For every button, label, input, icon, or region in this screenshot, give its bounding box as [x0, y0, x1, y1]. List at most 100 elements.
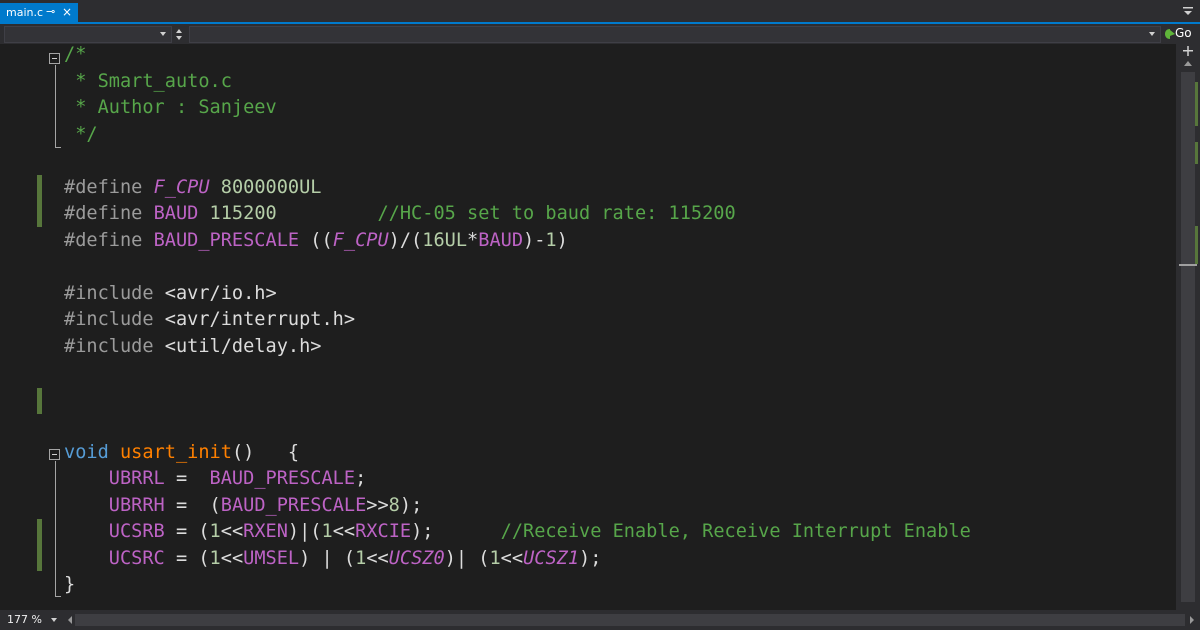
code-token: BAUD	[153, 203, 199, 224]
scroll-up-icon[interactable]	[1182, 58, 1194, 68]
code-line[interactable]: #include <util/delay.h>	[64, 334, 321, 360]
code-line[interactable]: #define BAUD_PRESCALE ((F_CPU)/(16UL*BAU…	[64, 228, 568, 254]
code-line[interactable]: UBRRL = BAUD_PRESCALE;	[64, 466, 367, 492]
code-token: ((	[299, 229, 333, 251]
code-token: /*	[64, 44, 87, 65]
code-line[interactable]: void usart_init() {	[64, 440, 299, 466]
code-line[interactable]: UBRRH = (BAUD_PRESCALE>>8);	[64, 493, 422, 519]
tab-title: main.c	[6, 6, 44, 19]
code-token: )|(	[287, 521, 322, 542]
code-token: #define	[64, 203, 154, 224]
code-line[interactable]: * Author : Sanjeev	[64, 95, 277, 121]
document-tab-strip: main.c ⊸ ×	[0, 0, 1200, 24]
code-token: UBRRH	[108, 494, 165, 516]
code-token: * Smart_auto.c	[64, 70, 232, 92]
code-token: 1	[209, 547, 221, 569]
horizontal-scrollbar[interactable]: 177 %	[0, 610, 1200, 630]
code-token: = (	[164, 547, 210, 569]
code-token: #define	[64, 229, 154, 251]
zoom-dropdown[interactable]: 177 %	[4, 612, 66, 628]
close-icon[interactable]: ×	[62, 5, 72, 19]
code-token: <<	[220, 521, 244, 542]
go-button[interactable]: Go	[1163, 26, 1199, 43]
code-token: UCSRC	[108, 547, 165, 569]
code-token: }	[64, 574, 76, 595]
code-token: )/(	[388, 229, 423, 251]
scroll-change-mark	[1195, 82, 1198, 126]
code-token: ) | (	[299, 547, 356, 569]
code-token: UCSZ1	[523, 547, 580, 569]
code-token: #include	[64, 309, 165, 330]
code-token: //Receive Enable, Receive Interrupt Enab…	[500, 521, 971, 542]
code-token: UCSRB	[108, 521, 165, 542]
navigation-bar: Go	[0, 24, 1200, 44]
chevron-down-icon	[160, 32, 166, 36]
code-line[interactable]: UCSRC = (1<<UMSEL) | (1<<UCSZ0)| (1<<UCS…	[64, 546, 602, 572]
code-token: );	[399, 494, 423, 516]
horizontal-scrollbar-thumb[interactable]	[75, 614, 1185, 626]
code-token: BAUD_PRESCALE	[220, 494, 367, 516]
tab-main-c[interactable]: main.c ⊸ ×	[0, 3, 78, 24]
code-token: <<	[220, 547, 244, 569]
code-token: = (	[164, 521, 210, 542]
collapse-function-icon[interactable]	[49, 449, 60, 460]
code-token: 8	[388, 494, 400, 516]
code-line[interactable]: #define F_CPU 8000000UL	[64, 175, 322, 201]
code-token: void	[64, 441, 109, 463]
code-token: #define	[64, 176, 154, 198]
code-token: 1	[209, 521, 221, 542]
code-line[interactable]: #include <avr/io.h>	[64, 281, 277, 307]
code-token: F_CPU	[332, 229, 389, 251]
code-token: UCSZ0	[388, 547, 445, 569]
change-marker	[37, 519, 42, 571]
tab-dropdown-icon[interactable]	[1182, 5, 1194, 17]
code-token: <<	[332, 521, 356, 542]
code-token: 1	[545, 229, 557, 251]
code-token: <avr/io.h>	[164, 282, 277, 304]
code-token: 1	[321, 521, 333, 542]
scope-dropdown[interactable]	[4, 26, 172, 43]
outline-line	[55, 461, 56, 597]
member-dropdown[interactable]	[189, 26, 1161, 43]
code-line[interactable]: }	[64, 572, 75, 598]
scroll-right-icon[interactable]	[1188, 615, 1196, 625]
code-editor[interactable]: /* * Smart_auto.c * Author : Sanjeev */ #…	[0, 44, 1176, 610]
pin-icon[interactable]: ⊸	[46, 5, 55, 18]
code-line[interactable]: /*	[64, 42, 86, 68]
code-token: 1	[355, 547, 367, 569]
code-token: )	[556, 229, 568, 251]
indicator-margin	[0, 44, 32, 610]
code-line[interactable]: #include <avr/interrupt.h>	[64, 307, 355, 333]
code-token: );	[579, 547, 602, 569]
code-token: <<	[366, 547, 389, 569]
code-token: <util/delay.h>	[164, 335, 322, 357]
scroll-left-icon[interactable]	[66, 615, 74, 625]
code-token: BAUD_PRESCALE	[153, 229, 300, 251]
code-line[interactable]: * Smart_auto.c	[64, 69, 232, 95]
code-token: 115200	[209, 203, 277, 224]
code-token: )| (	[444, 547, 490, 569]
code-token: #include	[64, 282, 165, 304]
vertical-scrollbar[interactable]	[1176, 44, 1200, 610]
change-marker	[37, 388, 42, 414]
code-token: RXEN	[243, 521, 288, 542]
scroll-change-mark	[1195, 226, 1198, 264]
code-line[interactable]: UCSRB = (1<<RXEN)|(1<<RXCIE); //Receive …	[64, 519, 971, 545]
spin-arrows-icon[interactable]	[173, 26, 185, 43]
code-token: () {	[231, 441, 300, 463]
caret-position-mark	[1179, 264, 1197, 266]
code-token: #include	[64, 335, 165, 357]
scrollbar-thumb[interactable]	[1181, 72, 1195, 602]
code-token: usart_init	[119, 441, 232, 463]
go-label: Go	[1175, 26, 1192, 40]
code-line[interactable]: #define BAUD 115200 //HC-05 set to baud …	[64, 201, 736, 227]
collapse-comment-icon[interactable]	[49, 53, 60, 64]
split-handle-icon[interactable]	[1182, 46, 1194, 56]
code-token: *	[467, 229, 479, 251]
code-token: BAUD	[478, 229, 524, 251]
code-line[interactable]: */	[64, 122, 97, 148]
